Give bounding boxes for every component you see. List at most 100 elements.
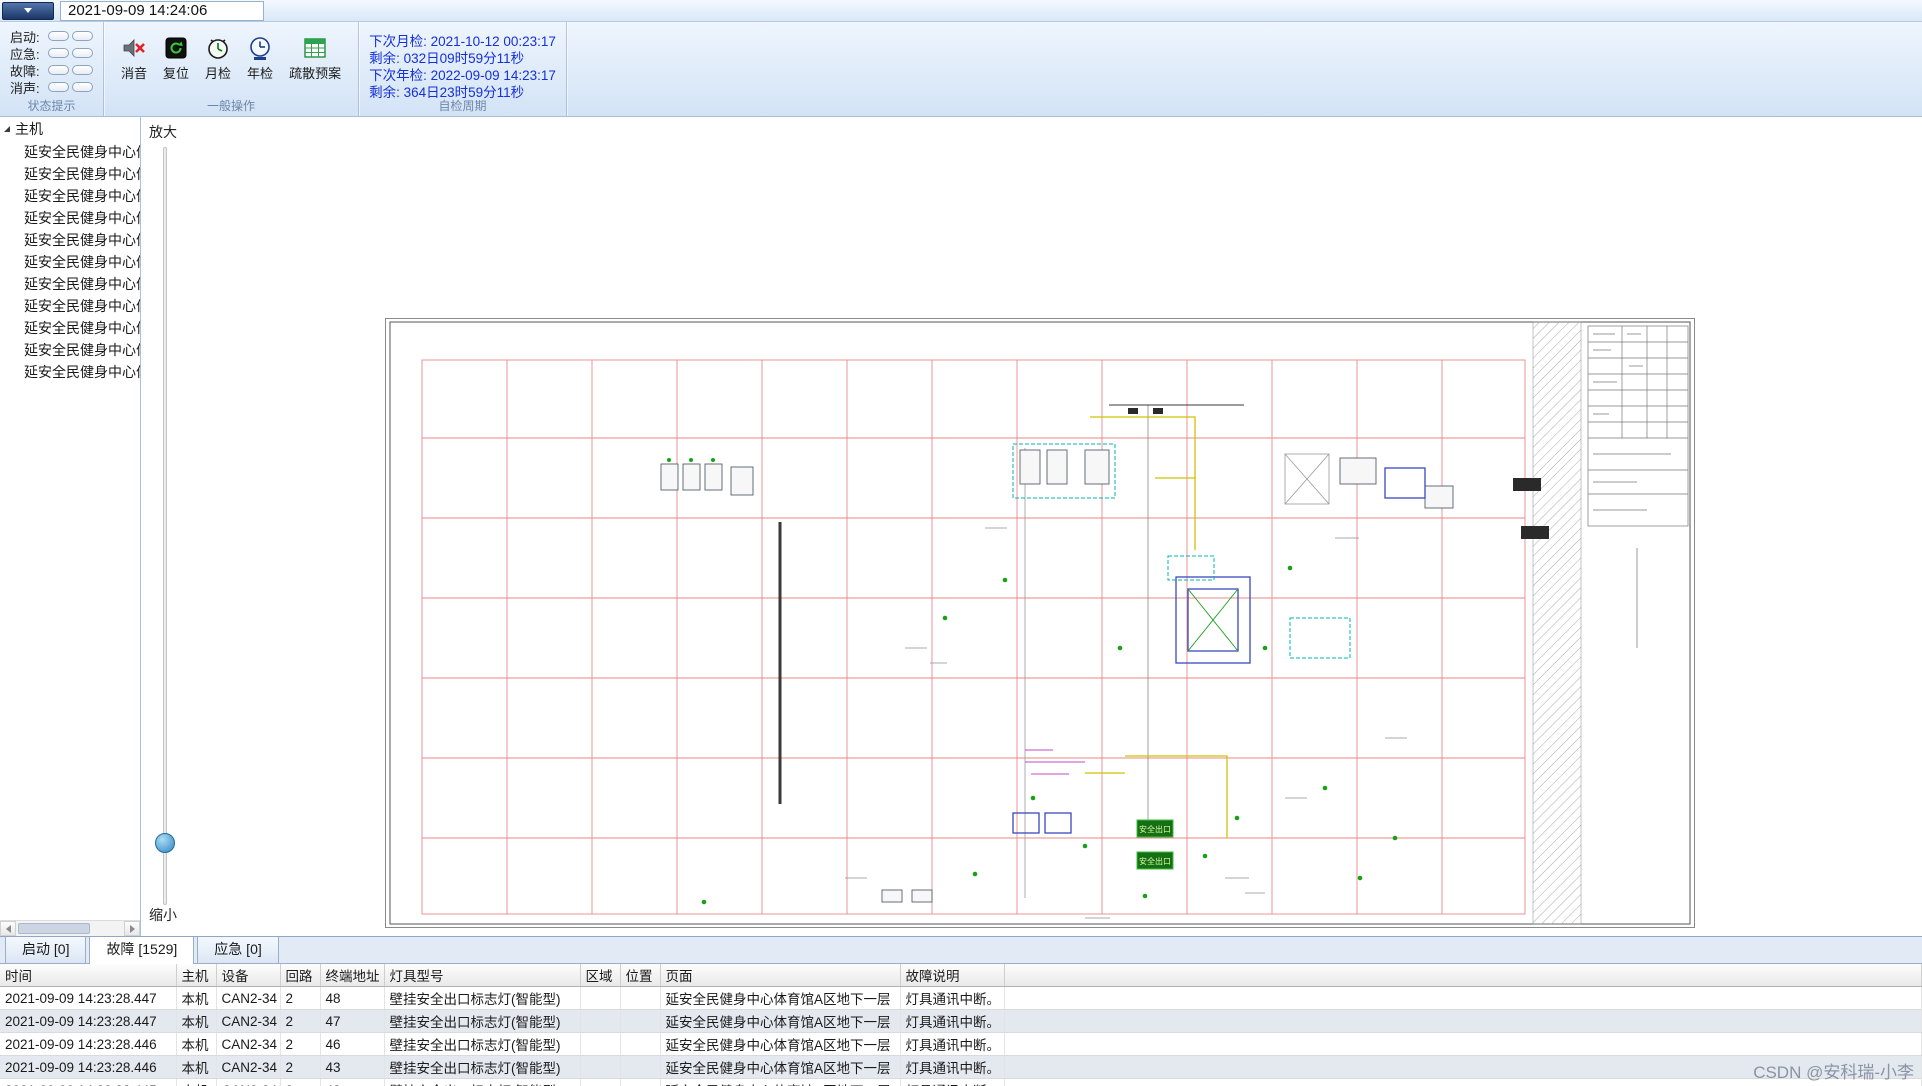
table-cell [580,1056,620,1079]
table-cell: 2 [280,1010,320,1033]
column-header[interactable]: 回路 [280,964,320,987]
clock-display: 2021-09-09 14:24:06 [60,1,264,21]
table-cell: 灯具通讯中断。 [900,1056,1004,1079]
scrollbar-thumb[interactable] [18,923,90,934]
table-cell: 壁挂安全出口标志灯(智能型) [384,1033,580,1056]
floor-plan-drawing[interactable]: 安全出口 安全出口 [385,318,1695,928]
table-cell [580,987,620,1010]
ribbon-toolbar: 启动:应急:故障:消声: 状态提示 消音 [0,22,1922,117]
annual-check-button-label: 年检 [247,63,273,82]
zoom-slider-track[interactable] [163,147,167,905]
fault-table-body: 2021-09-09 14:23:28.447本机CAN2-34248壁挂安全出… [0,987,1922,1086]
evacuation-plan-icon [302,35,328,61]
status-indicator-light [48,82,69,92]
zoom-in-label: 放大 [149,122,177,142]
table-cell: 2021-09-09 14:23:28.446 [0,1056,176,1079]
table-cell: 2 [280,1033,320,1056]
title-bar: 2021-09-09 14:24:06 [0,0,1922,22]
table-cell: 本机 [176,1079,216,1086]
reset-icon [163,35,189,61]
app-menu-button[interactable] [2,2,54,20]
tree-horizontal-scrollbar[interactable] [0,920,140,936]
table-cell: 2021-09-09 14:23:28.445 [0,1079,176,1086]
fault-table-row[interactable]: 2021-09-09 14:23:28.447本机CAN2-34247壁挂安全出… [0,1010,1922,1033]
column-header[interactable]: 设备 [216,964,280,987]
tree-item-page[interactable]: 延安全民健身中心体育馆A区地下一层 [0,207,140,229]
column-header[interactable]: 页面 [660,964,900,987]
tab-fault[interactable]: 故障 [1529] [89,936,194,964]
table-cell: 2021-09-09 14:23:28.447 [0,1010,176,1033]
host-tree-panel: 主机 延安全民健身中心体育馆A区地下一层延安全民健身中心体育馆A区地下一层延安全… [0,117,141,936]
table-cell: 2 [280,1056,320,1079]
floor-plan-canvas[interactable]: 放大 缩小 [141,117,1922,936]
main-area: 主机 延安全民健身中心体育馆A区地下一层延安全民健身中心体育馆A区地下一层延安全… [0,117,1922,936]
tree-item-list: 延安全民健身中心体育馆A区地下一层延安全民健身中心体育馆A区地下一层延安全民健身… [0,141,140,383]
table-cell: CAN2-34 [216,1079,280,1086]
table-cell: 延安全民健身中心体育馆A区地下一层 [660,1079,900,1086]
status-indicator-light [48,48,69,58]
mute-speaker-icon [121,35,147,61]
tab-emergency[interactable]: 应急 [0] [197,936,278,963]
mute-button-label: 消音 [121,63,147,82]
table-cell: 本机 [176,1010,216,1033]
column-header[interactable]: 故障说明 [900,964,1004,987]
status-label: 消声: [10,78,45,97]
column-header[interactable]: 终端地址 [320,964,384,987]
status-group-label: 状态提示 [0,97,103,114]
scroll-right-button[interactable] [124,921,140,936]
next-annual-check: 下次年检: 2022-09-09 14:23:17 [369,67,556,84]
annual-check-button[interactable]: 年检 [240,30,280,87]
fault-table: 时间主机设备回路终端地址灯具型号区域位置页面故障说明 2021-09-09 14… [0,964,1922,1086]
tree-item-page[interactable]: 延安全民健身中心体育馆A区地下一层 [0,229,140,251]
tree-item-page[interactable]: 延安全民健身中心体育馆A区地下一层 [0,361,140,383]
tree-expanded-icon [4,126,10,132]
status-indicator-light [48,31,69,41]
tree-item-page[interactable]: 延安全民健身中心体育馆A区地下一层 [0,185,140,207]
status-row: 启动: [10,28,93,44]
status-row: 消声: [10,79,93,95]
fault-table-row[interactable]: 2021-09-09 14:23:28.446本机CAN2-34243壁挂安全出… [0,1056,1922,1079]
status-indicator-light [72,82,93,92]
exit-sign-badge: 安全出口 [1137,820,1173,837]
tree-item-page[interactable]: 延安全民健身中心体育馆A区地下一层 [0,141,140,163]
tree-item-page[interactable]: 延安全民健身中心体育馆A区地下一层 [0,251,140,273]
column-header[interactable]: 位置 [620,964,660,987]
tree-item-page[interactable]: 延安全民健身中心体育馆A区地下一层 [0,339,140,361]
tab-start[interactable]: 启动 [0] [5,936,86,963]
table-cell: 延安全民健身中心体育馆A区地下一层 [660,1033,900,1056]
column-header[interactable]: 灯具型号 [384,964,580,987]
zoom-slider-handle[interactable] [155,833,175,853]
table-cell [1004,987,1922,1010]
table-cell: 灯具通讯中断。 [900,987,1004,1010]
fault-table-row[interactable]: 2021-09-09 14:23:28.447本机CAN2-34248壁挂安全出… [0,987,1922,1010]
reset-button[interactable]: 复位 [156,30,196,87]
tree-item-page[interactable]: 延安全民健身中心体育馆A区地下一层 [0,317,140,339]
monthly-check-button[interactable]: 月检 [198,30,238,87]
tree-item-page[interactable]: 延安全民健身中心体育馆A区地下一层 [0,295,140,317]
scroll-left-button[interactable] [0,921,16,936]
fault-table-row[interactable]: 2021-09-09 14:23:28.446本机CAN2-34246壁挂安全出… [0,1033,1922,1056]
next-monthly-check: 下次月检: 2021-10-12 00:23:17 [369,33,556,50]
evacuation-plan-button[interactable]: 疏散预案 [282,30,348,87]
tree-root-host[interactable]: 主机 [0,117,140,141]
table-cell: 延安全民健身中心体育馆A区地下一层 [660,1056,900,1079]
tree-item-page[interactable]: 延安全民健身中心体育馆A区地下一层 [0,273,140,295]
status-indicator-light [72,65,93,75]
table-cell: CAN2-34 [216,987,280,1010]
table-cell: CAN2-34 [216,1056,280,1079]
svg-text:安全出口: 安全出口 [1139,856,1171,866]
column-header-filler [1004,964,1922,987]
column-header[interactable]: 时间 [0,964,176,987]
exit-sign-badge: 安全出口 [1137,852,1173,869]
tree-item-page[interactable]: 延安全民健身中心体育馆A区地下一层 [0,163,140,185]
table-cell: 2021-09-09 14:23:28.446 [0,1033,176,1056]
fault-table-row[interactable]: 2021-09-09 14:23:28.445本机CAN2-34242壁挂安全出… [0,1079,1922,1086]
table-cell [620,1033,660,1056]
status-indicator-light [72,48,93,58]
column-header[interactable]: 主机 [176,964,216,987]
table-cell: 壁挂安全出口标志灯(智能型) [384,1079,580,1086]
table-cell [620,1056,660,1079]
mute-button[interactable]: 消音 [114,30,154,87]
status-indicator-light [72,31,93,41]
column-header[interactable]: 区域 [580,964,620,987]
